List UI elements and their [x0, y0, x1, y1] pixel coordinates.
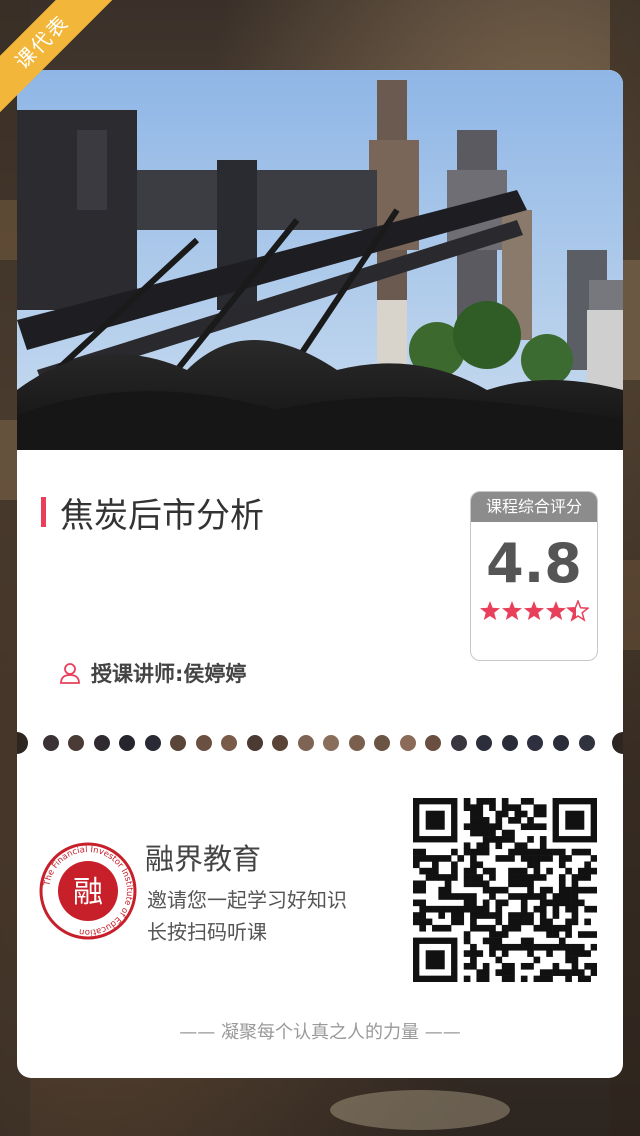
- qr-code-pattern: [413, 798, 598, 983]
- star-icon-2: [502, 601, 522, 620]
- course-card[interactable]: 焦炭后市分析 课程综合评分 4.8 授课讲师:侯婷婷 The Financial…: [17, 70, 623, 1078]
- rating-score: 4.8: [486, 532, 582, 595]
- rating-label: 课程综合评分: [471, 492, 597, 522]
- teacher-row: 授课讲师:侯婷婷: [59, 658, 246, 688]
- course-title-row: 焦炭后市分析: [41, 490, 264, 536]
- teacher-name: 授课讲师:侯婷婷: [91, 662, 247, 686]
- footer-slogan: —— 凝聚每个认真之人的力量 ——: [179, 1022, 461, 1043]
- invite-line-2: 长按扫码听课: [147, 920, 267, 944]
- logo-char: 融: [73, 875, 103, 910]
- star-icon-1: [480, 601, 500, 620]
- ribbon-label: 课代表: [0, 0, 120, 120]
- ribbon-corner: 课代表: [0, 0, 120, 120]
- coke-plant-image: [17, 70, 623, 450]
- brand-logo: The Financial Investor Institute of Educ…: [39, 842, 137, 940]
- course-title: 焦炭后市分析: [60, 495, 264, 536]
- qr-code-icon[interactable]: [413, 798, 598, 983]
- star-icon-3: [524, 601, 544, 620]
- brand-seal-icon: The Financial Investor Institute of Educ…: [39, 842, 137, 940]
- course-cover-photo: [17, 70, 623, 450]
- invite-line-1: 邀请您一起学习好知识: [147, 888, 347, 912]
- star-icons: [480, 600, 589, 621]
- star-icon-5-partial: [567, 600, 589, 621]
- star-icon-4: [546, 601, 566, 620]
- rating-stars: [471, 600, 597, 626]
- ticket-dot-divider: [43, 735, 595, 751]
- title-accent-bar: [41, 497, 46, 527]
- rating-box: 课程综合评分 4.8: [470, 491, 598, 661]
- user-icon: [60, 663, 80, 684]
- brand-name: 融界教育: [145, 842, 262, 876]
